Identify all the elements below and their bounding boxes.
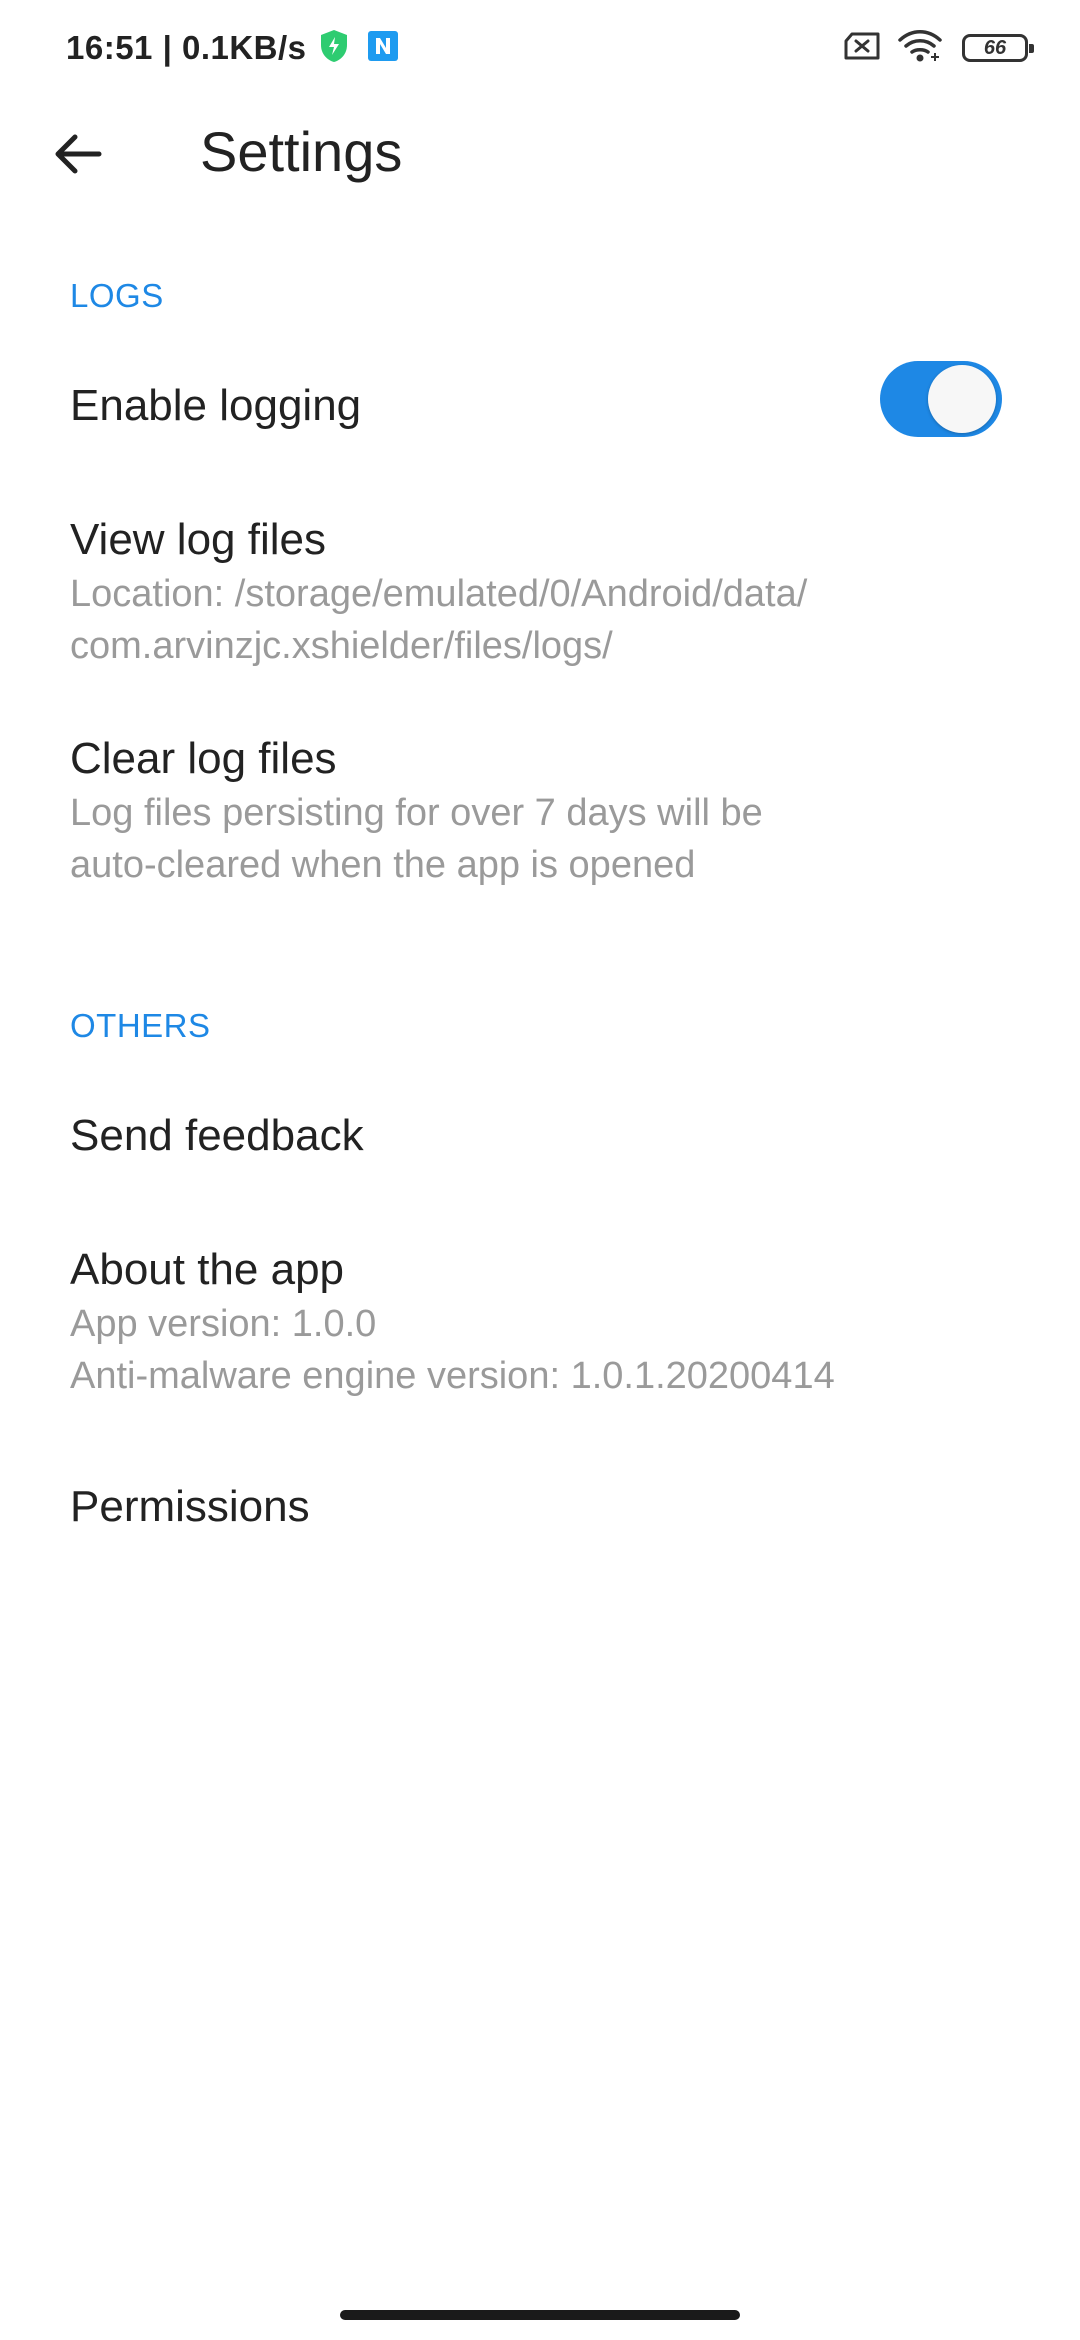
- shield-bolt-icon: [319, 29, 349, 68]
- pref-clear-log-files-summary-line2: auto-cleared when the app is opened: [70, 844, 696, 886]
- pref-clear-log-files-title: Clear log files: [70, 734, 337, 783]
- back-button[interactable]: [40, 118, 116, 194]
- pref-view-log-files-summary-line2: com.arvinzjc.xshielder/files/logs/: [70, 625, 613, 667]
- pref-send-feedback[interactable]: Send feedback: [70, 1110, 1020, 1162]
- pref-view-log-files[interactable]: View log files Location: /storage/emulat…: [70, 514, 1020, 672]
- arrow-left-icon: [53, 132, 103, 181]
- pref-enable-logging[interactable]: Enable logging: [70, 380, 840, 432]
- status-time: 16:51 | 0.1KB/s: [66, 29, 307, 66]
- n-app-icon: [367, 30, 399, 67]
- battery-level: 66: [983, 36, 1007, 59]
- pref-view-log-files-summary-line1: Location: /storage/emulated/0/Android/da…: [70, 573, 808, 615]
- pref-about-app-summary: App version: 1.0.0 Anti-malware engine v…: [70, 1298, 1020, 1402]
- wifi-icon: [898, 29, 942, 68]
- pref-view-log-files-title: View log files: [70, 515, 326, 564]
- pref-permissions-title: Permissions: [70, 1482, 310, 1531]
- pref-about-app-summary-line2: Anti-malware engine version: 1.0.1.20200…: [70, 1355, 835, 1397]
- toggle-thumb: [928, 365, 996, 433]
- battery-icon: 66: [962, 34, 1034, 62]
- pref-send-feedback-title: Send feedback: [70, 1111, 364, 1160]
- pref-clear-log-files[interactable]: Clear log files Log files persisting for…: [70, 733, 1020, 891]
- pref-clear-log-files-summary: Log files persisting for over 7 days wil…: [70, 787, 1020, 891]
- enable-logging-toggle[interactable]: [880, 360, 1002, 438]
- pref-about-app-summary-line1: App version: 1.0.0: [70, 1303, 377, 1345]
- status-right: 66: [842, 28, 1034, 68]
- pref-permissions[interactable]: Permissions: [70, 1481, 1020, 1533]
- pref-about-app[interactable]: About the app App version: 1.0.0 Anti-ma…: [70, 1244, 1020, 1402]
- page-title: Settings: [200, 120, 403, 183]
- status-left: 16:51 | 0.1KB/s: [66, 26, 399, 70]
- pref-clear-log-files-summary-line1: Log files persisting for over 7 days wil…: [70, 792, 763, 834]
- section-header-logs: LOGS: [70, 277, 164, 314]
- pref-view-log-files-summary: Location: /storage/emulated/0/Android/da…: [70, 568, 1020, 672]
- section-header-others: OTHERS: [70, 1007, 211, 1044]
- pref-about-app-title: About the app: [70, 1245, 345, 1294]
- status-bar: 16:51 | 0.1KB/s 66: [0, 0, 1080, 96]
- gesture-nav-handle[interactable]: [340, 2310, 740, 2320]
- sim-blocked-icon: [842, 31, 882, 66]
- pref-enable-logging-title: Enable logging: [70, 381, 362, 430]
- app-bar: Settings: [0, 96, 1080, 212]
